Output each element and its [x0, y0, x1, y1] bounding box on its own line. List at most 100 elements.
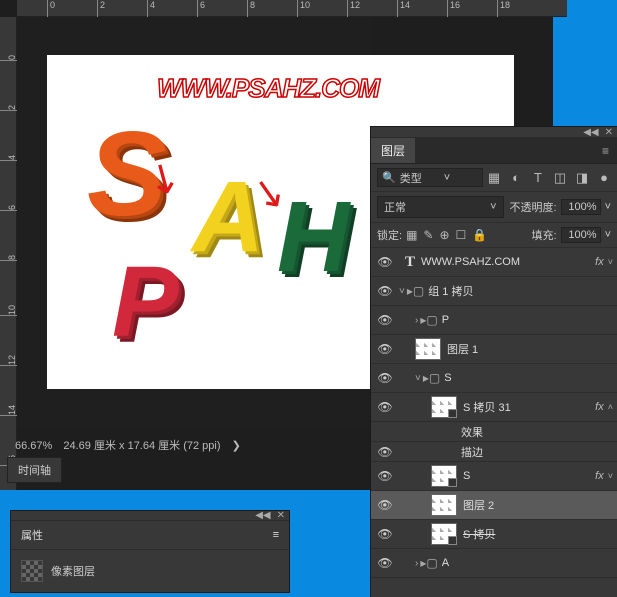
opacity-value[interactable]: 100%: [561, 199, 601, 215]
lock-option-icon[interactable]: ⊕: [439, 228, 449, 242]
filter-type-icon[interactable]: ◐: [509, 170, 523, 185]
panel-menu-icon[interactable]: ≡: [602, 144, 609, 158]
layer-type-thumb: [21, 560, 43, 582]
layer-thumbnail[interactable]: [415, 338, 441, 360]
ruler-tick: 14: [397, 0, 410, 17]
layer-name[interactable]: A: [442, 557, 617, 569]
layer-row[interactable]: 👁 图层 1: [371, 335, 617, 364]
filter-type-icon[interactable]: ●: [597, 170, 611, 185]
layer-row[interactable]: 👁 ›▸▢ P: [371, 306, 617, 335]
expand-toggle[interactable]: ˅: [415, 373, 421, 384]
status-chevron[interactable]: ❯: [232, 440, 241, 452]
layer-filter-type[interactable]: 🔍 ˅: [377, 168, 483, 187]
canvas-area[interactable]: WWW.PSAHZ.COM S A H P ↘ ↘: [17, 17, 372, 427]
layer-row[interactable]: 👁 图层 2: [371, 491, 617, 520]
layer-row[interactable]: 👁 S 拷贝: [371, 520, 617, 549]
letter-p: P: [112, 245, 179, 360]
timeline-tab[interactable]: 时间轴: [7, 457, 62, 483]
layer-row[interactable]: 👁˅▸▢组 1 拷贝: [371, 277, 617, 306]
visibility-toggle[interactable]: 👁: [375, 498, 395, 512]
layer-name[interactable]: P: [442, 314, 617, 326]
smart-object-badge: [448, 478, 457, 487]
expand-toggle[interactable]: ˅: [399, 286, 405, 297]
visibility-toggle[interactable]: 👁: [375, 527, 395, 541]
layer-name[interactable]: S: [463, 470, 595, 482]
layer-row[interactable]: 👁›▸▢A: [371, 549, 617, 578]
fx-badge[interactable]: fx: [595, 256, 604, 268]
filter-type-icon[interactable]: ◫: [553, 170, 567, 186]
chevron-down-icon[interactable]: ˅: [605, 201, 611, 213]
visibility-toggle[interactable]: 👁: [375, 445, 395, 459]
expand-toggle[interactable]: ›: [415, 315, 418, 326]
close-icon[interactable]: ✕: [605, 127, 613, 138]
fx-badge[interactable]: fx: [595, 401, 604, 413]
layer-row[interactable]: 👁˅▸▢S: [371, 364, 617, 393]
expand-toggle[interactable]: ›: [415, 558, 418, 569]
layer-name[interactable]: S 拷贝 31: [463, 399, 595, 415]
ruler-tick: 4: [0, 155, 17, 161]
layer-effect-row[interactable]: 效果: [371, 422, 617, 442]
lock-option-icon[interactable]: 🔒: [472, 228, 487, 242]
layer-thumbnail[interactable]: [431, 494, 457, 516]
ruler-tick: 10: [0, 305, 17, 316]
layer-name[interactable]: 图层 1: [447, 341, 617, 357]
lock-option-icon[interactable]: ▦: [406, 228, 417, 242]
panel-menu-icon[interactable]: ≡: [273, 529, 279, 541]
ruler-tick: 4: [147, 0, 155, 17]
status-bar: 66.67% 24.69 厘米 x 17.64 厘米 (72 ppi) ❯: [15, 437, 249, 453]
lock-option-icon[interactable]: ☐: [456, 228, 467, 242]
lock-option-icon[interactable]: ✎: [423, 228, 433, 242]
close-icon[interactable]: ✕: [277, 510, 285, 521]
opacity-label: 不透明度:: [510, 199, 557, 215]
visibility-toggle[interactable]: 👁: [375, 400, 395, 414]
fx-toggle[interactable]: ˅: [608, 257, 613, 267]
visibility-toggle[interactable]: 👁: [375, 556, 395, 570]
layer-thumbnail[interactable]: [431, 396, 457, 418]
layers-tab[interactable]: 图层: [371, 138, 415, 163]
layer-type-label: 像素图层: [51, 563, 95, 579]
collapse-icon[interactable]: ◀◀: [583, 127, 598, 138]
smart-object-badge: [448, 409, 457, 418]
visibility-toggle[interactable]: 👁: [375, 469, 395, 483]
fill-value[interactable]: 100%: [561, 227, 601, 243]
layer-row[interactable]: 👁 Sfx ˅: [371, 462, 617, 491]
search-icon: 🔍: [382, 171, 396, 184]
visibility-toggle[interactable]: 👁: [375, 284, 395, 298]
layer-name[interactable]: WWW.PSAHZ.COM: [421, 256, 595, 268]
panel-handle[interactable]: ◀◀ ✕: [371, 127, 617, 138]
fx-toggle[interactable]: ˄: [608, 402, 613, 412]
ruler-tick: 2: [97, 0, 105, 17]
layer-thumbnail[interactable]: [431, 465, 457, 487]
ruler-tick: 0: [0, 55, 17, 61]
layer-effect-row[interactable]: 👁描边: [371, 442, 617, 462]
panel-handle[interactable]: ◀◀ ✕: [11, 511, 289, 521]
layer-row[interactable]: 👁 T WWW.PSAHZ.COMfx ˅: [371, 248, 617, 277]
fx-toggle[interactable]: ˅: [608, 471, 613, 481]
filter-type-icon[interactable]: ▦: [487, 170, 501, 186]
visibility-toggle[interactable]: 👁: [375, 342, 395, 356]
visibility-toggle[interactable]: 👁: [375, 255, 395, 269]
blend-mode-select[interactable]: 正常 ˅: [377, 196, 504, 218]
filter-type-icon[interactable]: ◨: [575, 170, 589, 186]
layer-name[interactable]: 组 1 拷贝: [428, 283, 617, 299]
visibility-toggle[interactable]: 👁: [375, 371, 395, 385]
text-layer-icon: T: [405, 254, 415, 271]
zoom-level[interactable]: 66.67%: [15, 440, 52, 452]
lock-label: 锁定:: [377, 227, 402, 243]
chevron-down-icon[interactable]: ˅: [605, 229, 611, 241]
properties-panel: ◀◀ ✕ 属性 ≡ 像素图层: [10, 510, 290, 593]
filter-type-icon[interactable]: T: [531, 170, 545, 185]
fx-badge[interactable]: fx: [595, 470, 604, 482]
layer-name[interactable]: S: [444, 372, 617, 384]
ruler-horizontal: 024681012141618: [17, 0, 567, 17]
layer-thumbnail[interactable]: [431, 523, 457, 545]
ruler-tick: 8: [0, 255, 17, 261]
layer-name[interactable]: S 拷贝: [463, 526, 617, 542]
folder-icon: ▸▢: [420, 313, 437, 327]
visibility-toggle[interactable]: 👁: [375, 313, 395, 327]
collapse-icon[interactable]: ◀◀: [255, 510, 270, 521]
effect-name: 效果: [461, 424, 617, 440]
layer-row[interactable]: 👁 S 拷贝 31fx ˄: [371, 393, 617, 422]
filter-kind-select[interactable]: [400, 172, 440, 184]
layer-name[interactable]: 图层 2: [463, 497, 617, 513]
